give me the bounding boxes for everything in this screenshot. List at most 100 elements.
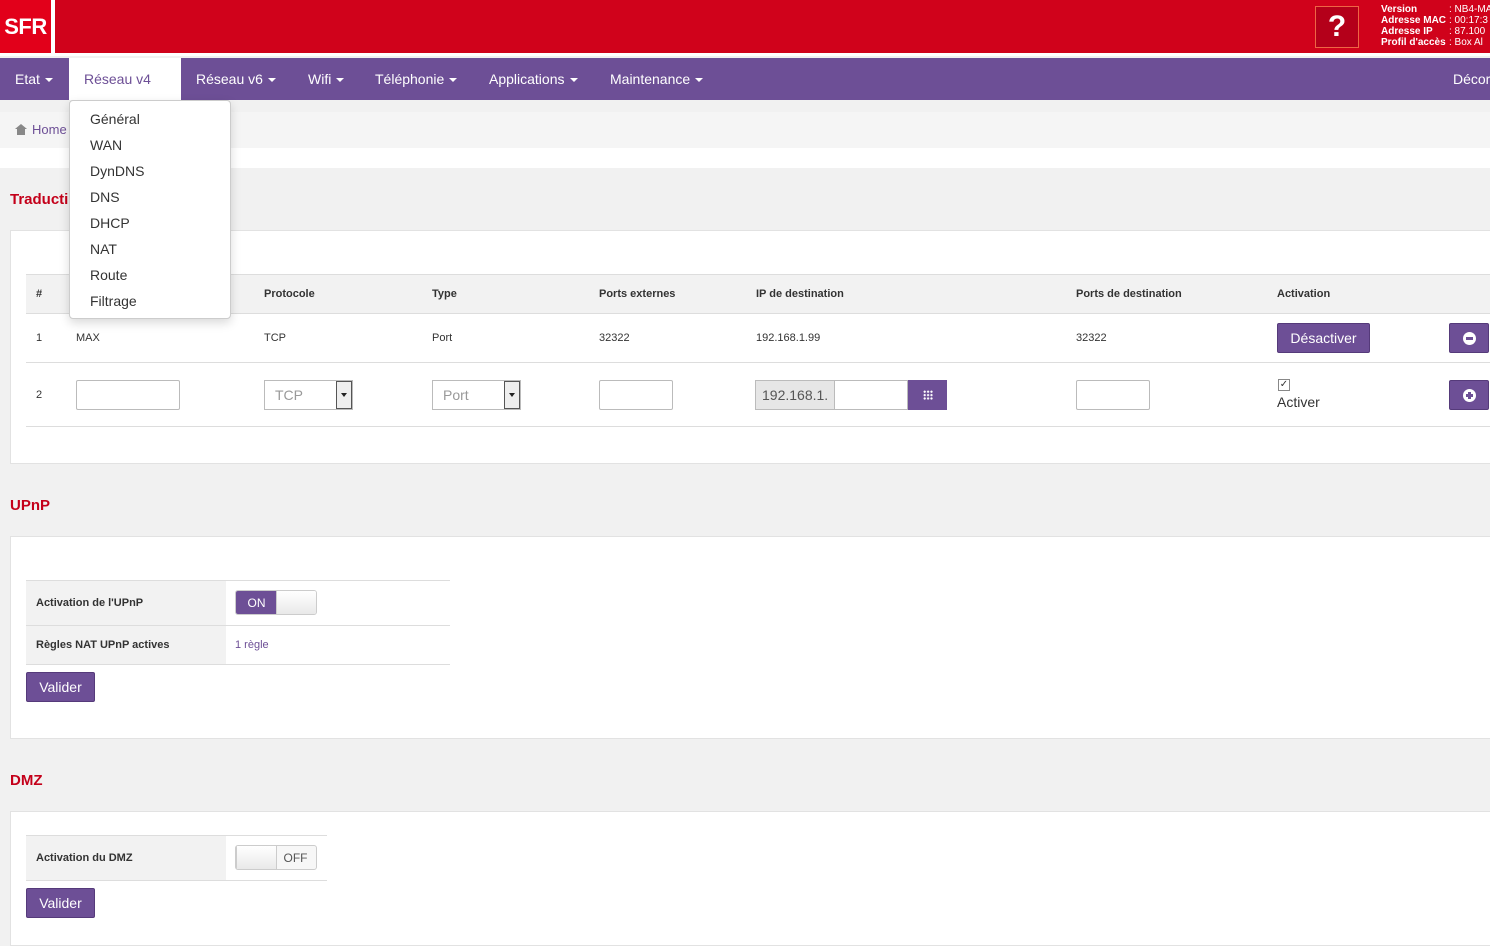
col-header-protocol: Protocole: [264, 288, 315, 300]
protocol-select-value: TCP: [275, 387, 303, 403]
upnp-rules-link[interactable]: 1 règle: [235, 639, 269, 651]
dmz-validate-button[interactable]: Valider: [26, 888, 95, 918]
nav-label: Maintenance: [610, 71, 691, 87]
caret-down-icon: [569, 78, 578, 83]
caret-down-icon: [267, 78, 276, 83]
dropdown-item-general[interactable]: Général: [90, 111, 140, 127]
type-select[interactable]: Port: [432, 380, 521, 410]
info-key: Adresse IP: [1381, 26, 1433, 37]
nav-label: Wifi: [308, 71, 332, 87]
caret-down-icon: [449, 78, 458, 83]
logout-link[interactable]: Décor: [1453, 58, 1490, 100]
toggle-off-label: OFF: [283, 850, 308, 865]
nav-item-telephonie[interactable]: Téléphonie: [375, 58, 458, 100]
nav-item-applications[interactable]: Applications: [489, 58, 578, 100]
dropdown-item-dhcp[interactable]: DHCP: [90, 215, 130, 231]
grid-icon: [922, 390, 933, 400]
nav-label: Réseau v4: [84, 71, 151, 87]
caret-down-icon: [336, 78, 345, 83]
delete-rule-button[interactable]: [1449, 323, 1489, 353]
dropdown-item-route[interactable]: Route: [90, 267, 127, 283]
plus-circle-icon: [1462, 388, 1476, 402]
rule-name: MAX: [76, 332, 100, 344]
col-header-activation: Activation: [1277, 288, 1331, 300]
nat-section-title: Traducti: [10, 191, 69, 208]
nav-item-wifi[interactable]: Wifi: [308, 58, 345, 100]
caret-down-icon: [695, 78, 704, 83]
dmz-activation-label: Activation du DMZ: [36, 852, 133, 864]
rule-type: Port: [432, 332, 453, 344]
upnp-toggle[interactable]: ON: [235, 590, 317, 615]
top-header: [0, 0, 1490, 56]
nav-label: Réseau v6: [196, 71, 263, 87]
nav-label: Téléphonie: [375, 71, 445, 87]
toggle-on-label: ON: [236, 591, 277, 614]
deactivate-button[interactable]: Désactiver: [1277, 323, 1370, 353]
dropdown-item-filtrage[interactable]: Filtrage: [90, 293, 137, 309]
col-header-destination-ip: IP de destination: [756, 288, 844, 300]
col-header-external-ports: Ports externes: [599, 288, 676, 300]
caret-down-icon: [44, 78, 53, 83]
info-value: : Box Al: [1449, 37, 1483, 48]
dropdown-arrow-icon[interactable]: [336, 381, 352, 409]
nav-item-etat[interactable]: Etat: [15, 58, 53, 100]
header-stripe: [0, 53, 1490, 56]
upnp-activation-label: Activation de l'UPnP: [36, 597, 144, 609]
nav-item-reseau-v6[interactable]: Réseau v6: [196, 58, 276, 100]
row-number: 1: [36, 332, 43, 344]
destination-ip-group: 192.168.1.: [755, 380, 947, 410]
col-header-number: #: [36, 288, 43, 300]
ip-suffix-input[interactable]: [835, 380, 908, 410]
destination-ports-input[interactable]: [1076, 380, 1150, 410]
rule-destination-ports: 32322: [1076, 332, 1107, 344]
rule-external-ports: 32322: [599, 332, 630, 344]
col-header-type: Type: [432, 288, 457, 300]
info-value: : NB4-MA: [1449, 4, 1490, 15]
ip-picker-button[interactable]: [908, 380, 947, 410]
nav-item-reseau-v4[interactable]: Réseau v4: [69, 58, 181, 100]
info-key: Version: [1381, 4, 1418, 15]
row-divider: [26, 362, 1490, 363]
dropdown-item-wan[interactable]: WAN: [90, 137, 122, 153]
row-number: 2: [36, 389, 43, 401]
dropdown-arrow-icon[interactable]: [504, 381, 520, 409]
external-ports-input[interactable]: [599, 380, 673, 410]
upnp-section-title: UPnP: [10, 497, 51, 514]
nav-item-maintenance[interactable]: Maintenance: [610, 58, 704, 100]
type-select-value: Port: [443, 387, 469, 403]
upnp-rules-row: Règles NAT UPnP actives: [26, 625, 226, 665]
sfr-logo[interactable]: SFR: [0, 0, 55, 53]
activate-checkbox[interactable]: ✓: [1278, 379, 1290, 391]
home-icon: [15, 124, 27, 135]
upnp-activation-row: Activation de l'UPnP: [26, 580, 226, 626]
breadcrumb-home-label: Home: [32, 122, 67, 137]
info-value: : 00:17:3: [1449, 15, 1488, 26]
toggle-knob: [236, 846, 277, 869]
rule-name-input[interactable]: [76, 380, 180, 410]
help-button[interactable]: ?: [1315, 6, 1359, 48]
nav-label: Applications: [489, 71, 565, 87]
col-header-destination-ports: Ports de destination: [1076, 288, 1182, 300]
info-value: : 87.100: [1449, 26, 1486, 37]
ip-prefix: 192.168.1.: [755, 380, 835, 410]
dmz-section-title: DMZ: [10, 772, 43, 789]
info-key: Adresse MAC: [1381, 15, 1447, 26]
nat-panel: [10, 230, 1490, 464]
dropdown-item-dns[interactable]: DNS: [90, 189, 120, 205]
device-info: Version : NB4-MA Adresse MAC: 00:17:3 Adr…: [1381, 4, 1490, 48]
upnp-validate-button[interactable]: Valider: [26, 672, 95, 702]
dmz-toggle[interactable]: OFF: [235, 845, 317, 870]
toggle-knob: [276, 591, 316, 614]
dropdown-item-nat[interactable]: NAT: [90, 241, 117, 257]
row-divider: [26, 426, 1490, 427]
add-rule-button[interactable]: [1449, 380, 1489, 410]
upnp-rules-label: Règles NAT UPnP actives: [36, 639, 170, 651]
rule-destination-ip: 192.168.1.99: [756, 332, 821, 344]
reseau-v4-dropdown: Général WAN DynDNS DNS DHCP NAT Route Fi…: [69, 100, 231, 319]
breadcrumb-home[interactable]: Home: [15, 122, 67, 137]
activate-label: Activer: [1277, 394, 1320, 410]
main-nav: Etat Réseau v4 Réseau v6 Wifi Téléphonie…: [0, 58, 1490, 100]
minus-circle-icon: [1462, 331, 1476, 345]
dropdown-item-dyndns[interactable]: DynDNS: [90, 163, 144, 179]
protocol-select[interactable]: TCP: [264, 380, 353, 410]
